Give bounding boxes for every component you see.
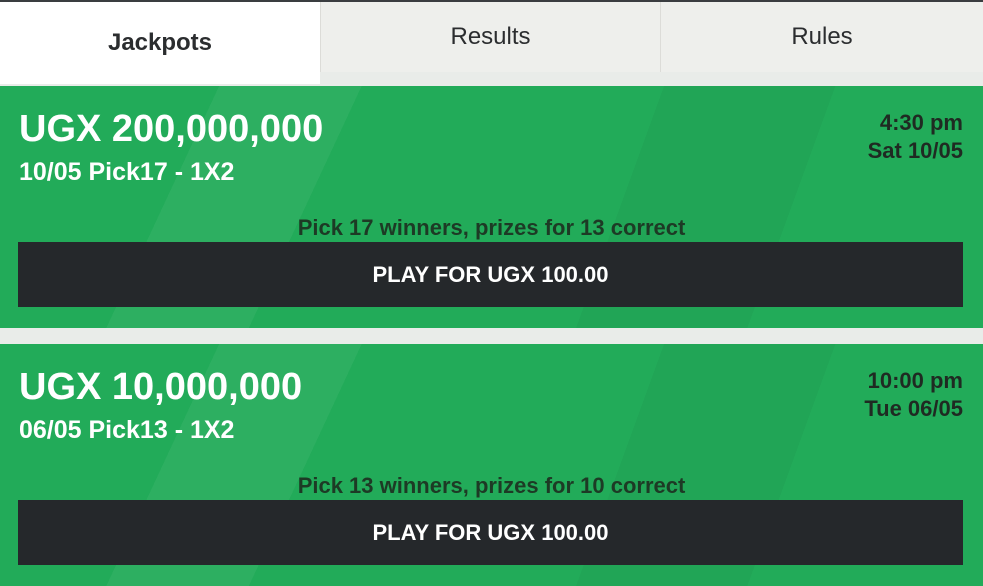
jackpot-time: 4:30 pm xyxy=(879,110,963,135)
jackpot-description: Pick 17 winners, prizes for 13 correct xyxy=(297,215,686,240)
jackpot-title: 06/05 Pick13 - 1X2 xyxy=(19,416,235,444)
jackpot-card: UGX 10,000,000 06/05 Pick13 - 1X2 10:00 … xyxy=(0,344,983,586)
jackpot-amount: UGX 200,000,000 xyxy=(19,108,324,150)
jackpot-time: 10:00 pm xyxy=(867,368,963,393)
jackpot-date: Tue 06/05 xyxy=(864,396,963,421)
tab-rules[interactable]: Rules xyxy=(660,2,983,72)
tab-bar: Jackpots Results Rules xyxy=(0,2,983,84)
play-button[interactable]: PLAY FOR UGX 100.00 xyxy=(18,500,963,565)
jackpot-title: 10/05 Pick17 - 1X2 xyxy=(19,158,235,186)
tab-results[interactable]: Results xyxy=(320,2,660,72)
play-button[interactable]: PLAY FOR UGX 100.00 xyxy=(18,242,963,307)
jackpot-amount: UGX 10,000,000 xyxy=(19,366,303,408)
jackpot-date: Sat 10/05 xyxy=(867,138,963,163)
jackpot-card: UGX 200,000,000 10/05 Pick17 - 1X2 4:30 … xyxy=(0,86,983,328)
tab-jackpots[interactable]: Jackpots xyxy=(0,2,320,84)
jackpot-description: Pick 13 winners, prizes for 10 correct xyxy=(297,473,686,498)
